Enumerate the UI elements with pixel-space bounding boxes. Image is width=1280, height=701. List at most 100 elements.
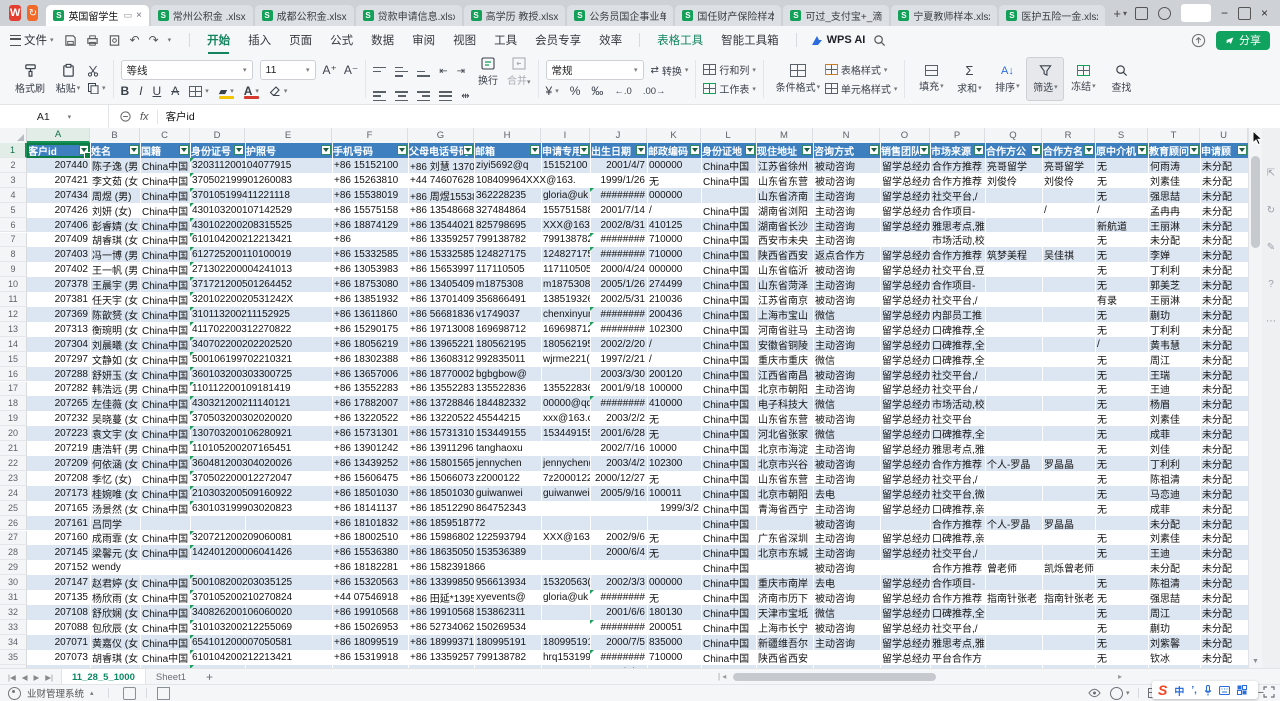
cell[interactable]: +86 18874129 — [332, 218, 408, 233]
cell[interactable]: 何雨涛 — [1148, 665, 1200, 668]
column-header[interactable]: O — [880, 128, 930, 143]
cell[interactable]: 207232 — [27, 411, 90, 426]
cell[interactable]: 留学总经办 — [880, 367, 930, 382]
cell[interactable]: 曾老师 — [985, 560, 1042, 575]
cell[interactable]: 无 — [1095, 486, 1148, 501]
cell[interactable]: China中国 — [701, 262, 756, 277]
header-cell[interactable]: 父母电话号码 — [408, 143, 474, 158]
cell[interactable]: +86 1370140948 — [408, 292, 474, 307]
cell[interactable]: 黄嘉仪 (女 — [90, 635, 140, 650]
cell[interactable]: +86 1863505000 — [408, 545, 474, 560]
cell[interactable]: 2001/6/6 — [590, 605, 647, 620]
cell[interactable]: 207165 — [27, 501, 90, 516]
cell[interactable]: +86 52734062 — [408, 620, 474, 635]
cell[interactable]: 个人-罗晶 — [985, 516, 1042, 531]
cell[interactable]: China中国 — [140, 441, 190, 456]
cell[interactable]: wendy — [90, 560, 332, 575]
cell[interactable]: / — [647, 352, 701, 367]
row-header[interactable]: 15 — [0, 352, 27, 367]
cell[interactable]: China中国 — [140, 247, 190, 262]
cell[interactable]: +86 1335925706 — [408, 233, 474, 248]
tab-list-chevron-icon[interactable]: ▾ — [1123, 9, 1127, 18]
cell[interactable]: / — [1095, 203, 1148, 218]
percent-button[interactable]: % — [570, 84, 581, 98]
cell[interactable]: +86 15731301 — [332, 426, 408, 441]
cell[interactable]: 黄韦慧 — [1148, 337, 1200, 352]
cell[interactable]: 主动咨询 — [813, 203, 880, 218]
cell[interactable]: 留学总经办 — [880, 247, 930, 262]
row-header[interactable]: 22 — [0, 456, 27, 471]
header-cell[interactable]: 申请专用 — [541, 143, 590, 158]
cell[interactable]: 未分配 — [1200, 262, 1248, 277]
row-header[interactable]: 17 — [0, 382, 27, 397]
cell[interactable]: 四川省南充 — [756, 665, 813, 668]
cell[interactable]: +86 18002510 — [332, 531, 408, 546]
header-cell[interactable]: 手机号码 — [332, 143, 408, 158]
file-tab[interactable]: S医护五险一金.xlsx — [999, 5, 1105, 26]
cell[interactable]: 未分配 — [1200, 471, 1248, 486]
cell[interactable]: 彭睿婧 (女 — [90, 218, 140, 233]
copy-button[interactable]: ▾ — [87, 82, 106, 94]
undo-icon[interactable]: ↶ — [130, 33, 140, 47]
cell[interactable]: 207073 — [27, 650, 90, 665]
cell[interactable]: 未分配 — [1200, 605, 1248, 620]
cell[interactable]: 180562195 — [541, 337, 590, 352]
cell[interactable]: 留学总经办 — [880, 337, 930, 352]
cell[interactable]: 合作项目- — [930, 277, 1095, 292]
cell[interactable]: China中国 — [701, 367, 756, 382]
cell[interactable]: 1999/3/2 — [590, 501, 701, 516]
cell[interactable]: 153449155 — [474, 426, 541, 441]
cell[interactable]: 511302200208200025 — [190, 665, 332, 668]
cell[interactable]: 207313 — [27, 322, 90, 337]
cell[interactable]: China中国 — [140, 352, 190, 367]
cell[interactable]: 刘晨曦 (女 — [90, 337, 140, 352]
cell[interactable]: +86 56681836 — [408, 307, 474, 322]
cell[interactable]: 无 — [1095, 247, 1148, 262]
cell[interactable]: 主动咨询 — [813, 233, 930, 248]
cell[interactable]: 被动咨询 — [813, 262, 880, 277]
cell[interactable]: 无 — [1095, 620, 1148, 635]
cell[interactable]: +86 13439252 — [332, 456, 408, 471]
cell[interactable]: 无 — [647, 426, 701, 441]
cell[interactable]: China中国 — [140, 262, 190, 277]
cell[interactable]: 207402 — [27, 262, 90, 277]
cell[interactable]: 留学总经办 — [880, 173, 930, 188]
cell[interactable]: XXX@163. — [541, 218, 590, 233]
header-cell[interactable]: 现住地址 — [756, 143, 813, 158]
name-box[interactable]: A1 ▾ — [0, 105, 109, 128]
cell[interactable]: 舒妍玉 (女 — [90, 367, 140, 382]
cell[interactable]: China中国 — [701, 337, 756, 352]
cell[interactable]: 630103199903020823 — [190, 501, 332, 516]
align-left-icon[interactable] — [373, 91, 386, 101]
header-cell[interactable]: 申请顾 — [1200, 143, 1248, 158]
cell[interactable]: 142401200006041426 — [190, 545, 332, 560]
align-center-icon[interactable] — [395, 91, 408, 101]
cell[interactable]: ######## — [590, 322, 647, 337]
cell[interactable]: 丁利利 — [1148, 456, 1200, 471]
underline-button[interactable]: U — [153, 84, 162, 98]
cell[interactable]: 被动咨询 — [813, 560, 930, 575]
cell[interactable]: 未分配 — [1200, 665, 1248, 668]
cell[interactable]: ######## — [590, 590, 647, 605]
cell[interactable]: 周江 — [1148, 605, 1200, 620]
cell[interactable]: China中国 — [701, 456, 756, 471]
paste-button[interactable]: 粘贴▾ — [49, 57, 87, 101]
cell[interactable]: 山东省临沂 — [756, 262, 813, 277]
cell[interactable]: 成菲 — [1148, 501, 1200, 516]
filter-button[interactable] — [1189, 145, 1199, 155]
cell[interactable]: 108409964XXX@163. — [474, 173, 590, 188]
fx-icon[interactable]: fx — [140, 111, 149, 123]
cell[interactable]: 153449155 — [541, 426, 590, 441]
cell[interactable]: 留学总经办 — [880, 471, 930, 486]
close-window-button[interactable]: × — [1261, 6, 1268, 20]
share-button[interactable]: 分享 — [1216, 31, 1270, 50]
filter-button[interactable] — [869, 145, 879, 155]
cell[interactable]: 117110505 — [541, 262, 590, 277]
cell[interactable]: 留学总经办 — [880, 292, 930, 307]
cell[interactable]: 指南针张老 — [1042, 590, 1095, 605]
cell[interactable]: China中国 — [701, 545, 756, 560]
cell[interactable]: +86 15319918 — [332, 650, 408, 665]
cell[interactable]: 10000 — [647, 441, 701, 456]
wrap-text-button[interactable]: 换行 — [478, 57, 498, 87]
cell[interactable]: 留学总经办 — [880, 411, 930, 426]
